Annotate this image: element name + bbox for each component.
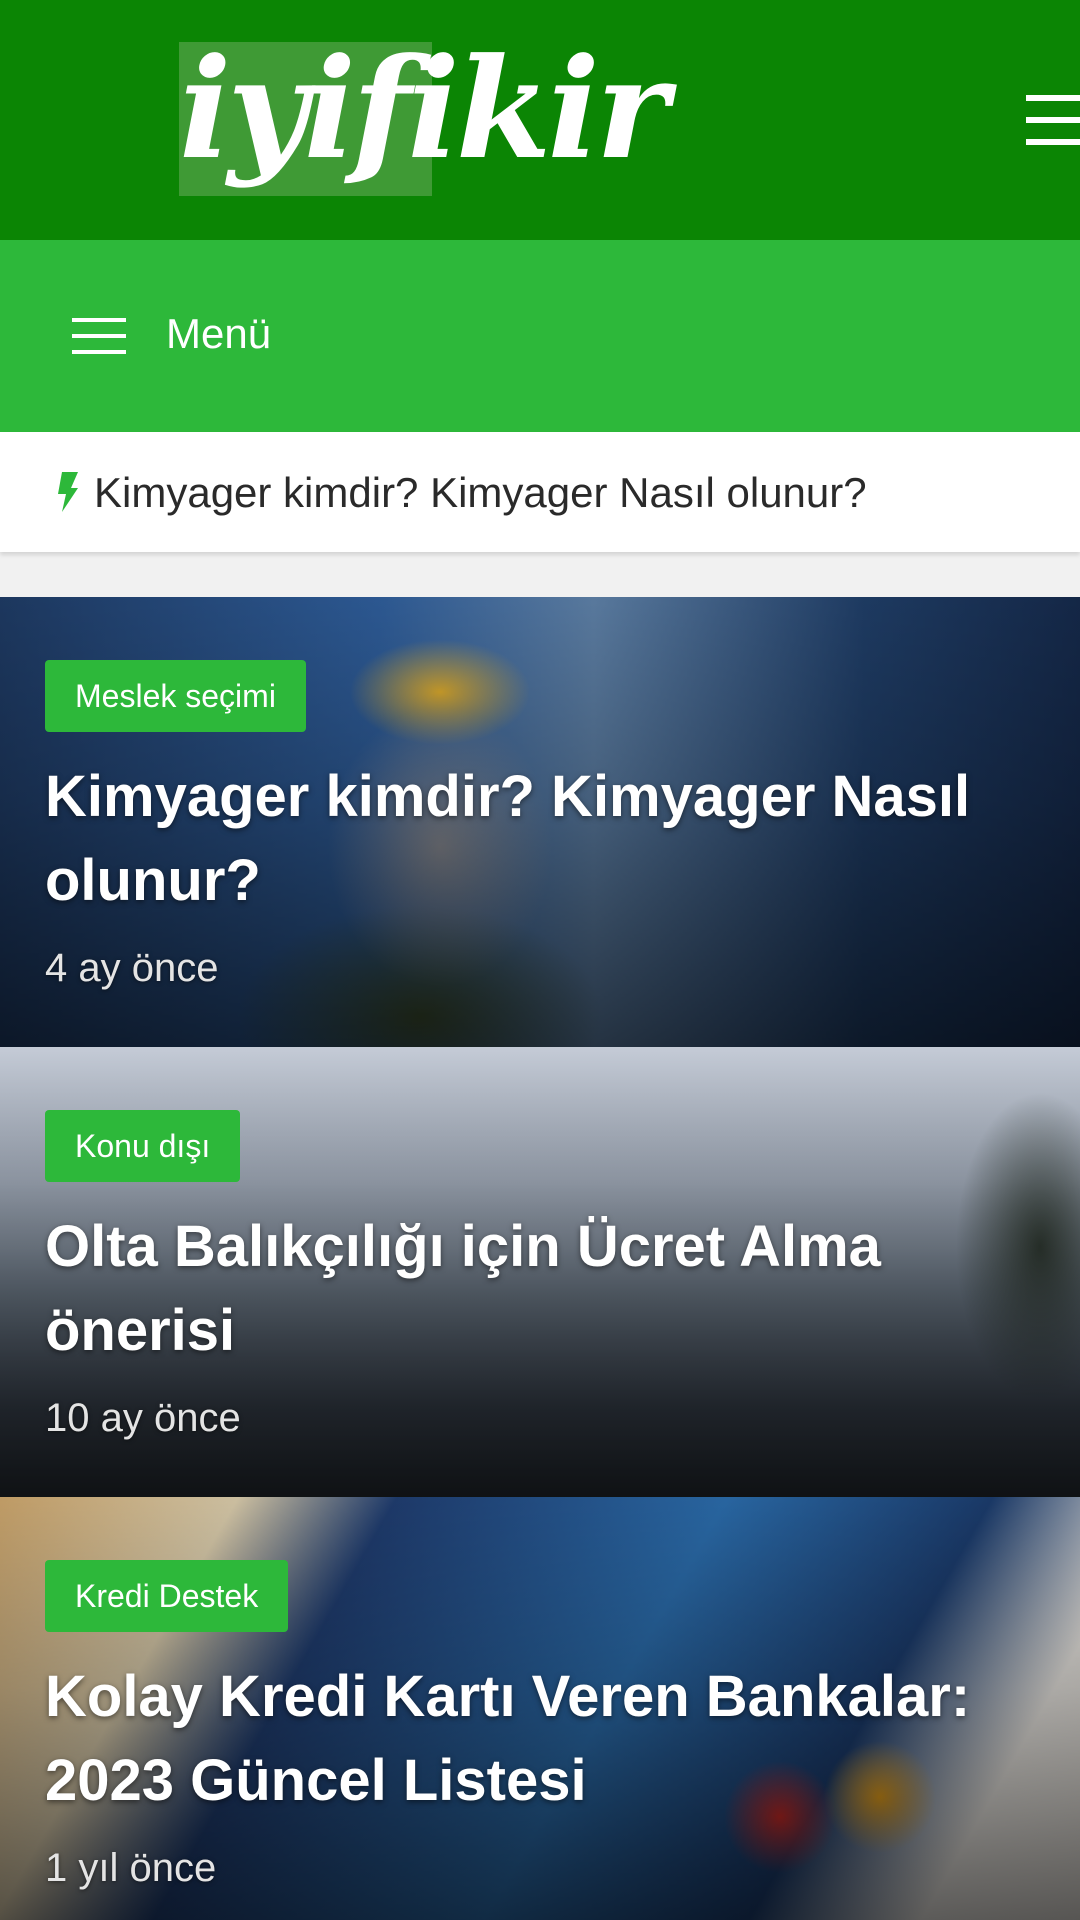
site-logo[interactable]: iyifikir [179, 34, 769, 196]
post-title[interactable]: Olta Balıkçılığı için Ücret Alma önerisi [45, 1205, 1035, 1373]
nav-bar: Menü [0, 240, 1080, 432]
post-date: 4 ay önce [45, 946, 219, 990]
menu-toggle-button[interactable]: Menü [50, 296, 310, 376]
post-title[interactable]: Kimyager kimdir? Kimyager Nasıl olunur? [45, 755, 1035, 923]
hamburger-icon-bar [1026, 95, 1080, 101]
post-card[interactable]: Kredi Destek Kolay Kredi Kartı Veren Ban… [0, 1497, 1080, 1920]
lightning-bolt-icon [58, 472, 78, 512]
site-header: iyifikir [0, 0, 1080, 240]
logo-text: iyifikir [179, 27, 669, 190]
breaking-news-link[interactable]: Kimyager kimdir? Kimyager Nasıl olunur? [94, 468, 867, 518]
breaking-news-bar: Kimyager kimdir? Kimyager Nasıl olunur? [0, 432, 1080, 552]
menu-label: Menü [166, 310, 272, 357]
post-date: 10 ay önce [45, 1396, 241, 1440]
hamburger-icon-bar [1026, 117, 1080, 123]
category-badge[interactable]: Konu dışı [45, 1110, 241, 1182]
hamburger-icon-bar [1026, 139, 1080, 145]
post-card[interactable]: Meslek seçimi Kimyager kimdir? Kimyager … [0, 597, 1080, 1047]
post-card[interactable]: Konu dışı Olta Balıkçılığı için Ücret Al… [0, 1047, 1080, 1497]
header-menu-button[interactable] [1026, 95, 1080, 145]
category-badge[interactable]: Kredi Destek [45, 1560, 289, 1632]
post-date: 1 yıl önce [45, 1846, 217, 1890]
category-badge[interactable]: Meslek seçimi [45, 660, 306, 732]
hamburger-icon [72, 318, 126, 354]
post-title[interactable]: Kolay Kredi Kartı Veren Bankalar: 2023 G… [45, 1655, 1035, 1823]
